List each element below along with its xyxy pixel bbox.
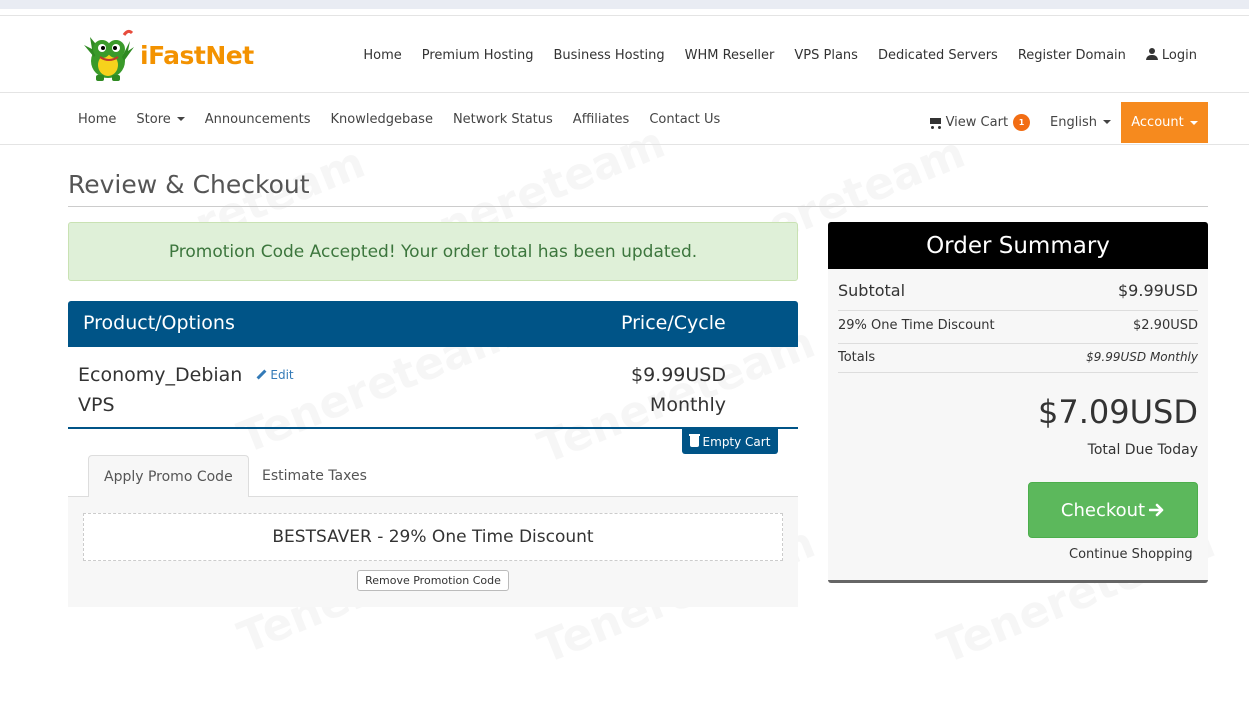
continue-shopping-link[interactable]: Continue Shopping bbox=[1069, 547, 1193, 562]
language-dropdown[interactable]: English bbox=[1050, 115, 1111, 130]
cart-item-row: Economy_Debian Edit VPS $9.99USD Monthly bbox=[68, 347, 798, 429]
divider bbox=[838, 343, 1198, 344]
applied-promo-code: BESTSAVER - 29% One Time Discount bbox=[83, 513, 783, 561]
nav-home[interactable]: Home bbox=[78, 112, 116, 127]
view-cart-link[interactable]: View Cart 1 bbox=[928, 114, 1031, 131]
totals-row: Totals $9.99USD Monthly bbox=[838, 350, 1198, 365]
top-strip bbox=[0, 0, 1249, 9]
trash-icon bbox=[688, 434, 700, 447]
totals-value: $9.99USD Monthly bbox=[1086, 350, 1198, 364]
cart-table-header: Product/Options Price/Cycle bbox=[68, 301, 798, 347]
promo-success-alert: Promotion Code Accepted! Your order tota… bbox=[68, 222, 798, 281]
nav-knowledgebase[interactable]: Knowledgebase bbox=[331, 112, 433, 127]
nav-network-status[interactable]: Network Status bbox=[453, 112, 553, 127]
column-product: Product/Options bbox=[83, 312, 235, 334]
discount-value: $2.90USD bbox=[1133, 318, 1198, 333]
discount-label: 29% One Time Discount bbox=[838, 318, 995, 333]
product-price-value: $9.99USD bbox=[631, 364, 726, 386]
page-title: Review & Checkout bbox=[68, 170, 310, 199]
edit-label: Edit bbox=[270, 368, 294, 382]
checkout-label: Checkout bbox=[1060, 499, 1146, 521]
pencil-icon bbox=[256, 369, 267, 380]
nav-contact-us[interactable]: Contact Us bbox=[649, 112, 720, 127]
dragon-logo-icon bbox=[84, 29, 134, 81]
topnav-whm-reseller[interactable]: WHM Reseller bbox=[685, 48, 775, 63]
tab-apply-promo-code[interactable]: Apply Promo Code bbox=[88, 455, 249, 498]
login-link[interactable]: Login bbox=[1145, 47, 1197, 63]
topnav-register-domain[interactable]: Register Domain bbox=[1018, 48, 1126, 63]
product-price: $9.99USD Monthly bbox=[631, 360, 726, 420]
subtotal-value: $9.99USD bbox=[1118, 281, 1198, 300]
brand-name: iFastNet bbox=[140, 40, 254, 70]
login-label: Login bbox=[1161, 47, 1197, 63]
total-due-amount: $7.09USD bbox=[1038, 393, 1198, 431]
divider bbox=[68, 206, 1208, 207]
nav-affiliates[interactable]: Affiliates bbox=[573, 112, 630, 127]
top-navigation: Home Premium Hosting Business Hosting WH… bbox=[363, 16, 1197, 94]
product-name: Economy_Debian Edit VPS bbox=[78, 360, 294, 420]
promo-tab-panel: BESTSAVER - 29% One Time Discount Remove… bbox=[68, 497, 798, 607]
language-label: English bbox=[1050, 115, 1097, 130]
topnav-vps-plans[interactable]: VPS Plans bbox=[794, 48, 858, 63]
empty-cart-label: Empty Cart bbox=[702, 434, 771, 449]
checkout-button[interactable]: Checkout bbox=[1028, 482, 1198, 538]
subtotal-row: Subtotal $9.99USD bbox=[838, 281, 1198, 300]
user-icon bbox=[1145, 47, 1158, 60]
product-name-line2: VPS bbox=[78, 394, 115, 416]
topnav-dedicated-servers[interactable]: Dedicated Servers bbox=[878, 48, 998, 63]
totals-label: Totals bbox=[838, 350, 876, 365]
chevron-down-icon bbox=[1189, 120, 1198, 125]
remove-promo-button[interactable]: Remove Promotion Code bbox=[357, 570, 509, 591]
account-dropdown[interactable]: Account bbox=[1121, 102, 1208, 143]
topnav-home[interactable]: Home bbox=[363, 48, 401, 63]
nav-announcements[interactable]: Announcements bbox=[205, 112, 311, 127]
tab-estimate-taxes[interactable]: Estimate Taxes bbox=[247, 455, 382, 497]
edit-item-link[interactable]: Edit bbox=[256, 368, 294, 382]
promo-tabs: Apply Promo Code Estimate Taxes bbox=[68, 455, 798, 498]
divider bbox=[838, 372, 1198, 373]
nav-store-label: Store bbox=[136, 112, 171, 127]
chevron-down-icon bbox=[1103, 120, 1111, 124]
product-name-line1: Economy_Debian bbox=[78, 364, 243, 386]
site-header: iFastNet Home Premium Hosting Business H… bbox=[0, 15, 1249, 93]
main-navigation: Home Store Announcements Knowledgebase N… bbox=[0, 94, 1249, 145]
account-label: Account bbox=[1131, 115, 1184, 130]
cart-count-badge: 1 bbox=[1013, 114, 1031, 131]
subtotal-label: Subtotal bbox=[838, 281, 906, 300]
order-summary-panel: Order Summary Subtotal $9.99USD 29% One … bbox=[828, 222, 1208, 583]
empty-cart-button[interactable]: Empty Cart bbox=[682, 429, 778, 454]
total-due-label: Total Due Today bbox=[1087, 442, 1198, 458]
shopping-cart-icon bbox=[928, 117, 943, 129]
arrow-right-icon bbox=[1149, 503, 1164, 517]
nav-store[interactable]: Store bbox=[136, 112, 185, 127]
order-summary-title: Order Summary bbox=[828, 222, 1208, 269]
product-billing-cycle: Monthly bbox=[649, 394, 726, 416]
divider bbox=[838, 310, 1198, 311]
chevron-down-icon bbox=[176, 117, 185, 121]
topnav-premium-hosting[interactable]: Premium Hosting bbox=[422, 48, 534, 63]
view-cart-label: View Cart bbox=[945, 115, 1009, 130]
discount-row: 29% One Time Discount $2.90USD bbox=[838, 318, 1198, 333]
site-logo[interactable]: iFastNet bbox=[78, 27, 254, 83]
topnav-business-hosting[interactable]: Business Hosting bbox=[553, 48, 664, 63]
column-price: Price/Cycle bbox=[621, 312, 726, 334]
